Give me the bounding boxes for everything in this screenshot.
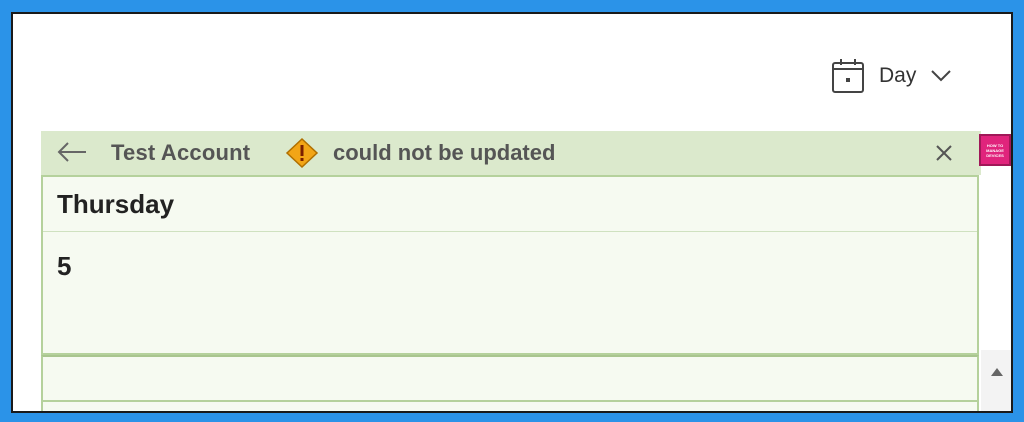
notification-bar: Test Account could not be updated bbox=[41, 131, 981, 175]
view-switcher[interactable]: Day bbox=[831, 58, 952, 94]
chevron-down-icon[interactable] bbox=[930, 69, 952, 83]
calendar-icon bbox=[831, 58, 865, 94]
logo-line-3: DEVICES bbox=[986, 152, 1004, 158]
calendar-window: Day Test Account could not be updated HO… bbox=[11, 12, 1013, 413]
view-mode-label: Day bbox=[879, 64, 917, 87]
notification-message: could not be updated bbox=[333, 140, 556, 165]
scroll-up-icon[interactable] bbox=[990, 364, 1004, 382]
vertical-scrollbar[interactable] bbox=[981, 350, 1011, 411]
divider bbox=[43, 231, 977, 232]
day-number[interactable]: 5 bbox=[57, 251, 71, 282]
back-arrow-icon[interactable] bbox=[56, 140, 88, 170]
day-header-panel: Thursday 5 bbox=[41, 175, 979, 355]
brand-logo: HOW TO MANAGE DEVICES bbox=[979, 134, 1011, 166]
time-slot[interactable] bbox=[41, 355, 979, 402]
account-name: Test Account bbox=[111, 140, 251, 165]
day-name: Thursday bbox=[57, 189, 175, 219]
close-icon[interactable] bbox=[934, 143, 954, 169]
time-slot[interactable] bbox=[41, 402, 979, 411]
warning-icon bbox=[285, 137, 319, 175]
